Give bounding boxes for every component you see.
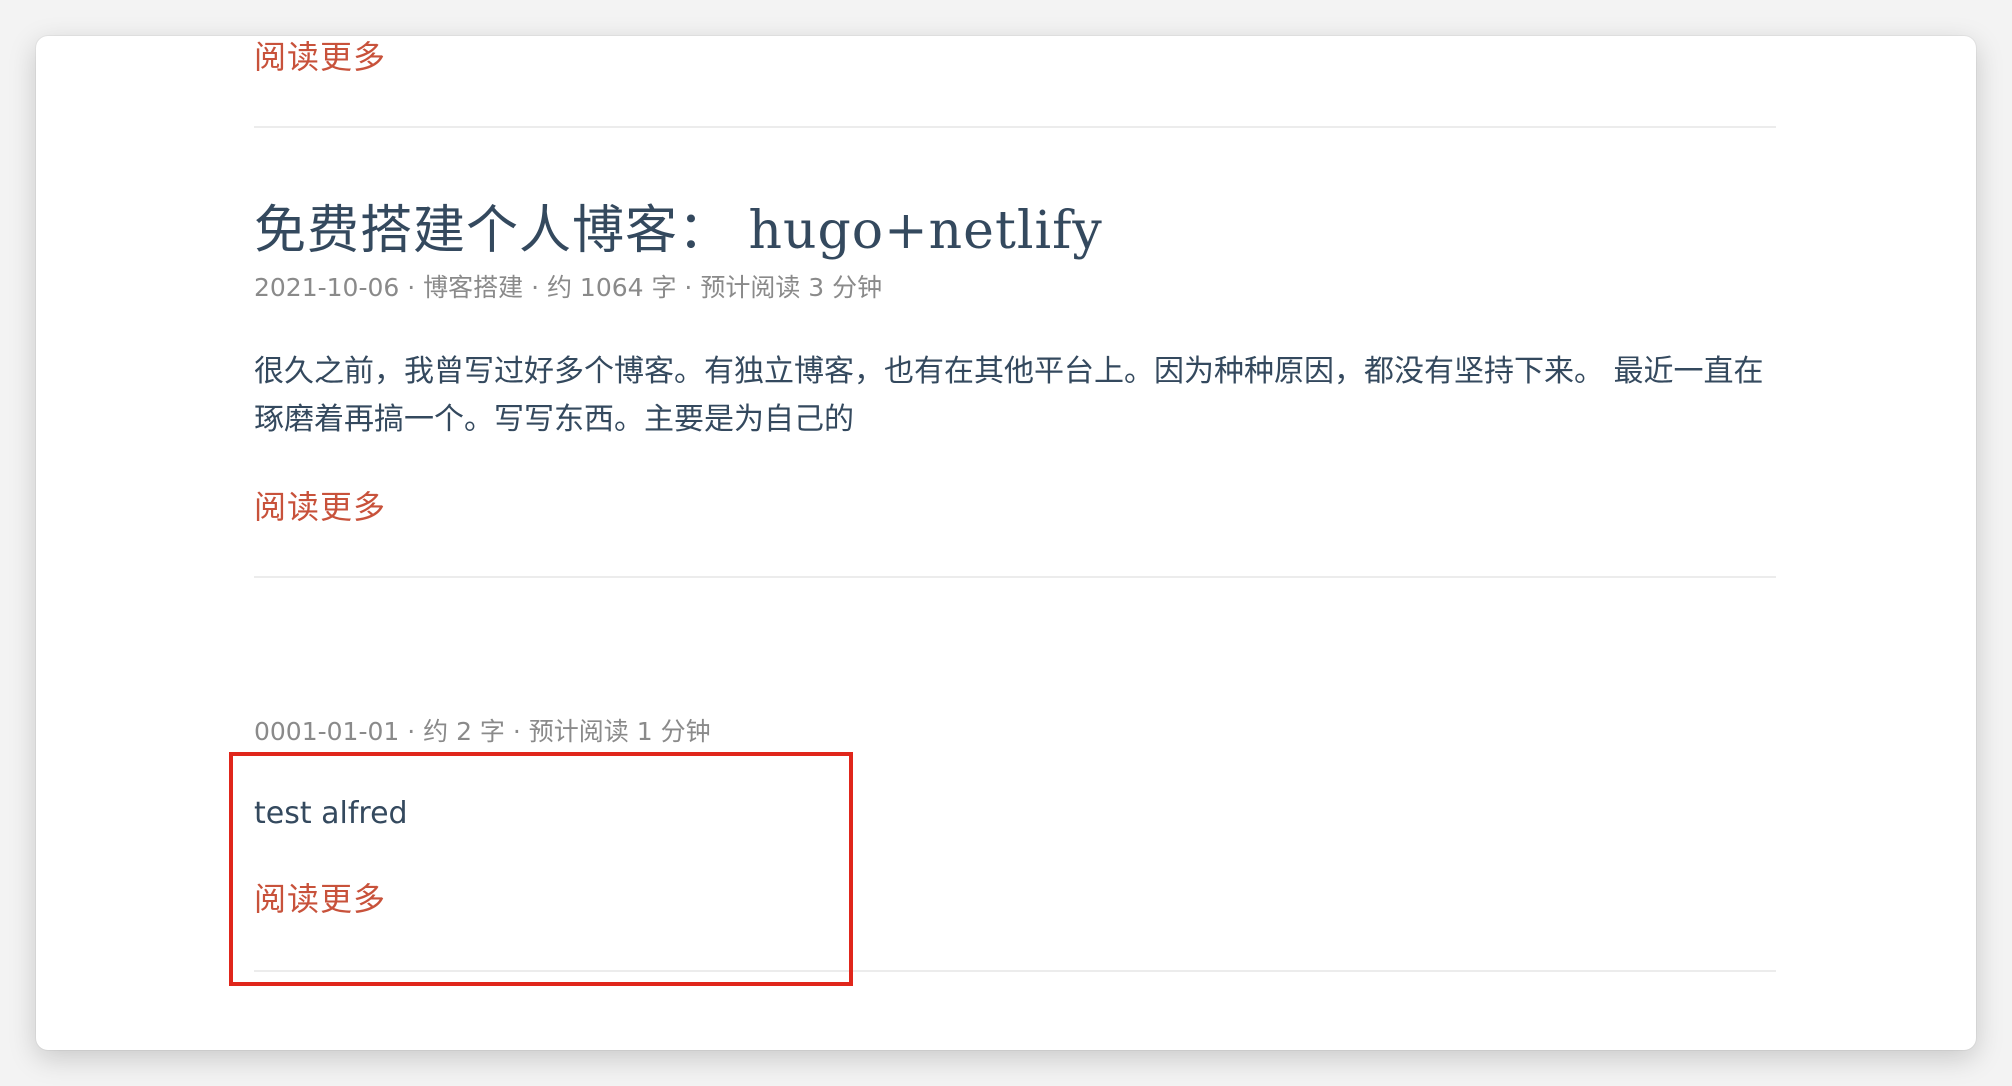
post-divider xyxy=(254,576,1776,578)
post-meta: 0001-01-01 · 约 2 字 · 预计阅读 1 分钟 xyxy=(254,717,711,746)
post-summary: test alfred xyxy=(254,796,408,831)
post-list: 阅读更多 免费搭建个人博客： hugo+netlify 2021-10-06 ·… xyxy=(254,36,1776,1050)
post-summary: 很久之前，我曾写过好多个博客。有独立博客，也有在其他平台上。因为种种原因，都没有… xyxy=(254,354,1764,437)
read-more-link[interactable]: 阅读更多 xyxy=(254,482,386,528)
read-more-link[interactable]: 阅读更多 xyxy=(254,36,386,78)
post-divider xyxy=(254,126,1776,128)
post-title[interactable]: 免费搭建个人博客： hugo+netlify xyxy=(254,188,1103,263)
browser-window: 阅读更多 免费搭建个人博客： hugo+netlify 2021-10-06 ·… xyxy=(36,36,1976,1050)
read-more-link[interactable]: 阅读更多 xyxy=(254,874,386,920)
post-meta: 2021-10-06 · 博客搭建 · 约 1064 字 · 预计阅读 3 分钟 xyxy=(254,273,883,302)
post-divider xyxy=(254,970,1776,972)
